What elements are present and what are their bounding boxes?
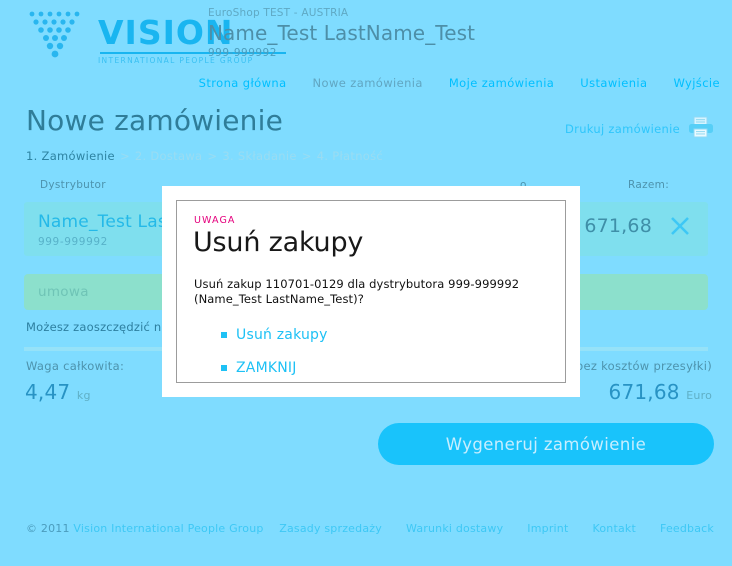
shipping-note-label: (bez kosztów przesyłki) [571,359,712,373]
breadcrumb: 1. Zamówienie > 2. Dostawa > 3. Składani… [26,149,383,163]
footer-links: Zasady sprzedaży Warunki dostawy Imprint… [279,522,714,535]
total-weight-unit: kg [76,389,91,402]
main-navigation: Strona główna Nowe zamówienia Moje zamów… [199,76,720,90]
close-icon[interactable] [668,214,692,238]
vision-triangle-dots-logo-icon [24,8,90,60]
footer-link-imprint[interactable]: Imprint [527,522,568,535]
page-header: VISION INTERNATIONAL PEOPLE GROUP EuroSh… [0,0,732,70]
nav-item-ustawienia[interactable]: Ustawienia [580,76,647,90]
copyright-year: © 2011 [26,522,70,535]
nav-item-moje-zamowienia[interactable]: Moje zamówienia [449,76,554,90]
generate-order-button[interactable]: Wygeneruj zamówienie [378,423,714,465]
footer-link-feedback[interactable]: Feedback [660,522,714,535]
nav-item-strona-glowna[interactable]: Strona główna [199,76,287,90]
modal-inner-frame: UWAGA Usuń zakupy Usuń zakup 110701-0129… [176,200,566,383]
modal-actions: Usuń zakupy ZAMKNIJ [221,327,328,393]
footer-link-zasady-sprzedazy[interactable]: Zasady sprzedaży [279,522,382,535]
title-row: Nowe zamówienie Drukuj zamówienie [0,104,732,144]
confirm-delete-button[interactable]: Usuń zakupy [221,327,328,343]
copyright: © 2011 Vision International People Group [26,522,264,535]
total-sum-unit: Euro [686,389,712,402]
footer-link-kontakt[interactable]: Kontakt [593,522,637,535]
user-name: Name_Test LastName_Test [208,21,476,45]
nav-item-nowe-zamowienia[interactable]: Nowe zamówienia [313,76,423,90]
close-modal-button[interactable]: ZAMKNIJ [221,360,328,376]
bullet-icon [221,332,227,338]
total-sum-number: 671,68 [608,380,680,404]
breadcrumb-separator: > [119,149,130,163]
print-order-label: Drukuj zamówienie [565,121,680,136]
page-footer: © 2011 Vision International People Group… [0,522,732,542]
total-sum-value: 671,68 Euro [609,380,712,404]
breadcrumb-step-3[interactable]: 3. Składanie [222,149,296,163]
copyright-brand: Vision International People Group [73,522,264,535]
footer-link-warunki-dostawy[interactable]: Warunki dostawy [406,522,503,535]
modal-body-text: Usuń zakup 110701-0129 dla dystrybutora … [194,277,520,306]
breadcrumb-separator: > [301,149,312,163]
print-order-link[interactable]: Drukuj zamówienie [565,116,714,141]
app-page: VISION INTERNATIONAL PEOPLE GROUP EuroSh… [0,0,732,566]
breadcrumb-step-2[interactable]: 2. Dostawa [135,149,203,163]
breadcrumb-separator: > [207,149,218,163]
distributor-id: 999-999992 [38,236,108,248]
savings-note: Możesz zaoszczędzić na [26,320,169,334]
printer-icon [688,116,714,141]
total-weight-number: 4,47 [25,380,71,404]
modal-kicker: UWAGA [194,215,236,226]
contract-label: umowa [38,284,89,300]
total-weight-value: 4,47 kg [25,380,91,404]
total-weight-label: Waga całkowita: [26,359,125,373]
distributor-total: 671,68 [584,215,652,237]
shop-name: EuroShop TEST - AUSTRIA [208,7,349,19]
modal-title: Usuń zakupy [193,227,364,258]
delete-purchase-modal: UWAGA Usuń zakupy Usuń zakup 110701-0129… [162,186,580,397]
user-id: 999-999992 [208,47,277,59]
breadcrumb-step-1[interactable]: 1. Zamówienie [26,149,115,163]
column-header-distributor: Dystrybutor [40,179,106,191]
confirm-delete-label: Usuń zakupy [236,327,328,343]
close-modal-label: ZAMKNIJ [236,360,297,376]
page-title: Nowe zamówienie [26,104,284,137]
nav-item-wyjscie[interactable]: Wyjście [673,76,720,90]
breadcrumb-step-4[interactable]: 4. Płatność [317,149,383,163]
bullet-icon [221,365,227,371]
column-header-total: Razem: [628,179,670,191]
account-info: EuroShop TEST - AUSTRIA Name_Test LastNa… [208,6,475,60]
